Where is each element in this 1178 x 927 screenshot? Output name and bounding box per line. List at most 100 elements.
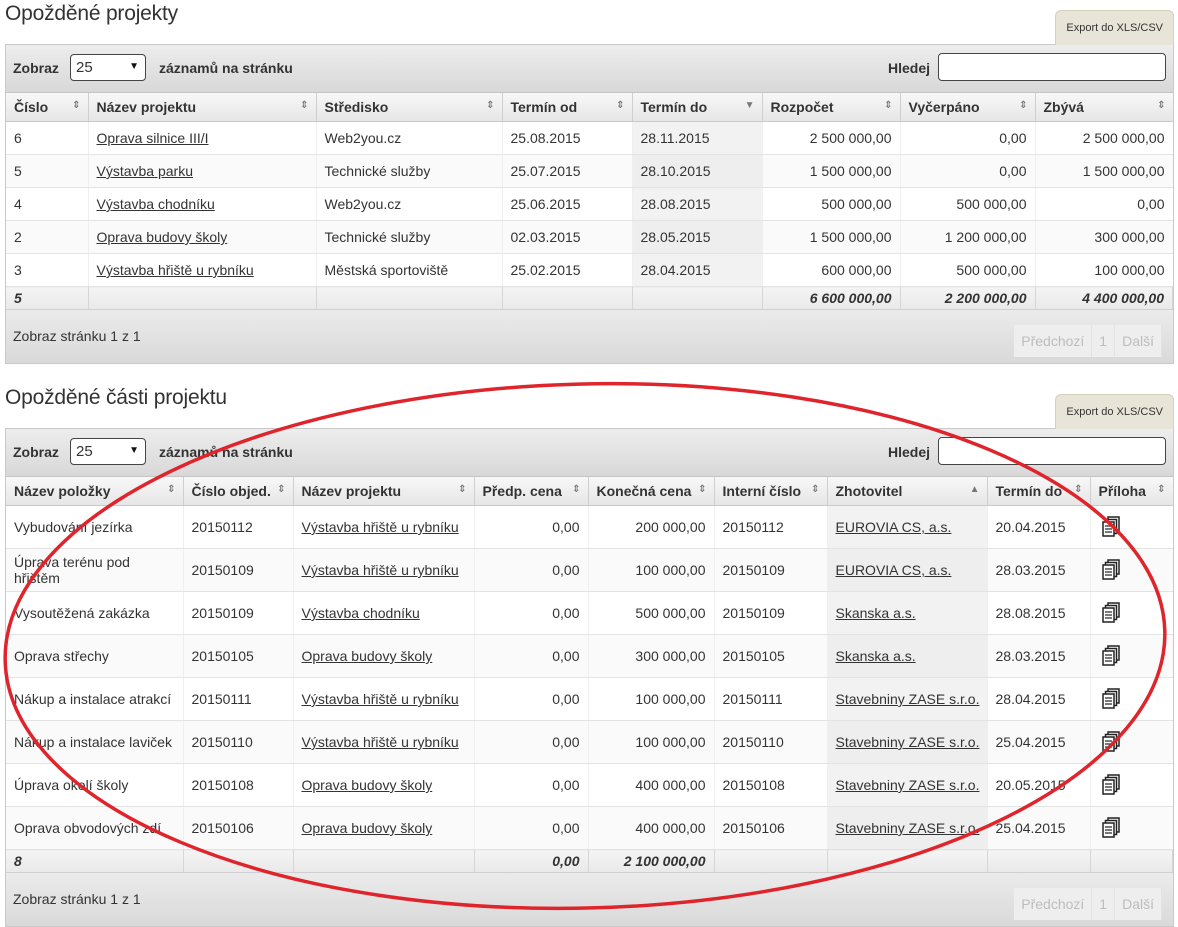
cell-priloha	[1090, 806, 1173, 850]
project-link[interactable]: Oprava silnice III/I	[97, 130, 209, 146]
cell-nazev-projektu: Výstavba hřiště u rybníku	[293, 548, 475, 592]
sort-icon: ⇕	[72, 100, 81, 111]
next-page-button[interactable]: Další	[1115, 888, 1162, 920]
cell-nazev-polozky: Vybudování jezírka	[6, 505, 184, 549]
project-link[interactable]: Výstavba chodníku	[302, 605, 420, 621]
cell-interni-cislo: 20150110	[714, 720, 828, 764]
cell-nazev-projektu: Oprava budovy školy	[293, 763, 475, 807]
cell-termin-od: 25.07.2015	[502, 154, 633, 188]
table-header-row: Název položky ⇕ Číslo objed. ⇕ Název proje…	[6, 477, 1173, 506]
contractor-link[interactable]: Stavebniny ZASE s.r.o.	[836, 820, 980, 836]
project-link[interactable]: Oprava budovy školy	[302, 648, 433, 664]
sort-icon: ⇕	[277, 484, 286, 495]
chevron-down-icon: ▼	[129, 61, 139, 72]
search-input[interactable]	[938, 437, 1166, 465]
column-header-zbyva[interactable]: Zbývá ⇕	[1035, 93, 1173, 122]
contractor-link[interactable]: Skanska a.s.	[836, 648, 916, 664]
document-copy-icon[interactable]	[1101, 559, 1122, 580]
previous-page-button[interactable]: Předchozí	[1014, 325, 1093, 357]
page-title: Opožděné projekty	[5, 2, 178, 25]
document-copy-icon[interactable]	[1101, 516, 1122, 537]
late-parts-table: Název položky ⇕ Číslo objed. ⇕ Název proje…	[6, 477, 1173, 873]
export-xls-csv-button[interactable]: Export do XLS/CSV	[1055, 10, 1174, 45]
sort-icon: ⇕	[167, 484, 176, 495]
project-link[interactable]: Oprava budovy školy	[97, 229, 228, 245]
page-size-select[interactable]: 25 ▼	[70, 54, 146, 81]
previous-page-button[interactable]: Předchozí	[1014, 888, 1093, 920]
column-header-cislo[interactable]: Číslo ⇕	[6, 93, 89, 122]
contractor-link[interactable]: Stavebniny ZASE s.r.o.	[836, 734, 980, 750]
cell-zbyva: 1 500 000,00	[1035, 154, 1173, 188]
late-project-parts-section: Opožděné části projektu Export do XLS/CS…	[5, 384, 1174, 927]
cell-nazev-projektu: Oprava budovy školy	[293, 806, 475, 850]
project-link[interactable]: Výstavba parku	[97, 163, 194, 179]
export-xls-csv-button[interactable]: Export do XLS/CSV	[1055, 394, 1174, 429]
contractor-link[interactable]: Stavebniny ZASE s.r.o.	[836, 691, 980, 707]
table-row: 4 Výstavba chodníku Web2you.cz 25.06.201…	[6, 187, 1173, 221]
section-title: Opožděné části projektu	[5, 386, 227, 409]
cell-termin-do: 28.03.2015	[987, 548, 1091, 592]
document-copy-icon[interactable]	[1101, 731, 1122, 752]
contractor-link[interactable]: EUROVIA CS, a.s.	[836, 562, 952, 578]
page-size-select[interactable]: 25 ▼	[70, 438, 146, 465]
document-copy-icon[interactable]	[1101, 602, 1122, 623]
column-header-nazev-projektu[interactable]: Název projektu ⇕	[293, 477, 475, 506]
column-header-nazev-polozky[interactable]: Název položky ⇕	[6, 477, 184, 506]
cell-termin-do: 25.04.2015	[987, 806, 1091, 850]
project-link[interactable]: Oprava budovy školy	[302, 820, 433, 836]
column-header-rozpocet[interactable]: Rozpočet ⇕	[762, 93, 901, 122]
column-header-predp-cena[interactable]: Předp. cena ⇕	[474, 477, 589, 506]
cell-termin-do: 28.05.2015	[632, 220, 763, 254]
column-header-termin-do[interactable]: Termín do ▼	[632, 93, 763, 122]
cell-termin-do: 28.03.2015	[987, 634, 1091, 678]
cell-zhotovitel: EUROVIA CS, a.s.	[827, 505, 988, 549]
page-1-button[interactable]: 1	[1092, 325, 1116, 357]
document-copy-icon[interactable]	[1101, 817, 1122, 838]
cell-termin-do: 28.04.2015	[632, 253, 763, 287]
cell-nazev-projektu: Výstavba chodníku	[293, 591, 475, 635]
next-page-button[interactable]: Další	[1115, 325, 1162, 357]
cell-interni-cislo: 20150109	[714, 591, 828, 635]
table-row: 2 Oprava budovy školy Technické služby 0…	[6, 220, 1173, 254]
cell-stredisko: Městská sportoviště	[316, 253, 503, 287]
column-header-konecna-cena[interactable]: Konečná cena ⇕	[588, 477, 715, 506]
column-header-stredisko[interactable]: Středisko ⇕	[316, 93, 503, 122]
contractor-link[interactable]: Stavebniny ZASE s.r.o.	[836, 777, 980, 793]
page-1-button[interactable]: 1	[1092, 888, 1116, 920]
project-link[interactable]: Oprava budovy školy	[302, 777, 433, 793]
column-header-priloha[interactable]: Příloha ⇕	[1090, 477, 1173, 506]
totals-row: 8 0,00 2 100 000,00	[6, 849, 1173, 873]
project-link[interactable]: Výstavba hřiště u rybníku	[302, 691, 459, 707]
cell-vycerpano: 0,00	[900, 154, 1036, 188]
column-header-termin-od[interactable]: Termín od ⇕	[502, 93, 633, 122]
column-header-cislo-objed[interactable]: Číslo objed. ⇕	[183, 477, 294, 506]
project-link[interactable]: Výstavba hřiště u rybníku	[302, 562, 459, 578]
cell-cislo-objed: 20150108	[183, 763, 294, 807]
column-header-termin-do[interactable]: Termín do ⇕	[987, 477, 1091, 506]
column-header-vycerpano[interactable]: Vyčerpáno ⇕	[900, 93, 1036, 122]
cell-priloha	[1090, 720, 1173, 764]
column-header-interni-cislo[interactable]: Interní číslo ⇕	[714, 477, 828, 506]
cell-nazev-projektu: Výstavba hřiště u rybníku	[293, 720, 475, 764]
cell-rozpocet: 500 000,00	[762, 187, 901, 221]
cell-konecna-cena: 400 000,00	[588, 763, 715, 807]
document-copy-icon[interactable]	[1101, 688, 1122, 709]
cell-cislo-objed: 20150112	[183, 505, 294, 549]
column-header-nazev-projektu[interactable]: Název projektu ⇕	[88, 93, 317, 122]
contractor-link[interactable]: EUROVIA CS, a.s.	[836, 519, 952, 535]
cell-nazev-projektu: Výstavba hřiště u rybníku	[293, 677, 475, 721]
column-header-zhotovitel[interactable]: Zhotovitel ▲	[827, 477, 988, 506]
cell-vycerpano: 1 200 000,00	[900, 220, 1036, 254]
project-link[interactable]: Výstavba hřiště u rybníku	[97, 262, 254, 278]
document-copy-icon[interactable]	[1101, 774, 1122, 795]
cell-vycerpano: 500 000,00	[900, 253, 1036, 287]
table-row: 5 Výstavba parku Technické služby 25.07.…	[6, 154, 1173, 188]
table-row: Oprava obvodových zdí 20150106 Oprava budo…	[6, 806, 1173, 850]
project-link[interactable]: Výstavba hřiště u rybníku	[302, 519, 459, 535]
search-input[interactable]	[938, 53, 1166, 81]
document-copy-icon[interactable]	[1101, 645, 1122, 666]
cell-cislo: 4	[6, 187, 89, 221]
project-link[interactable]: Výstavba chodníku	[97, 196, 215, 212]
project-link[interactable]: Výstavba hřiště u rybníku	[302, 734, 459, 750]
contractor-link[interactable]: Skanska a.s.	[836, 605, 916, 621]
